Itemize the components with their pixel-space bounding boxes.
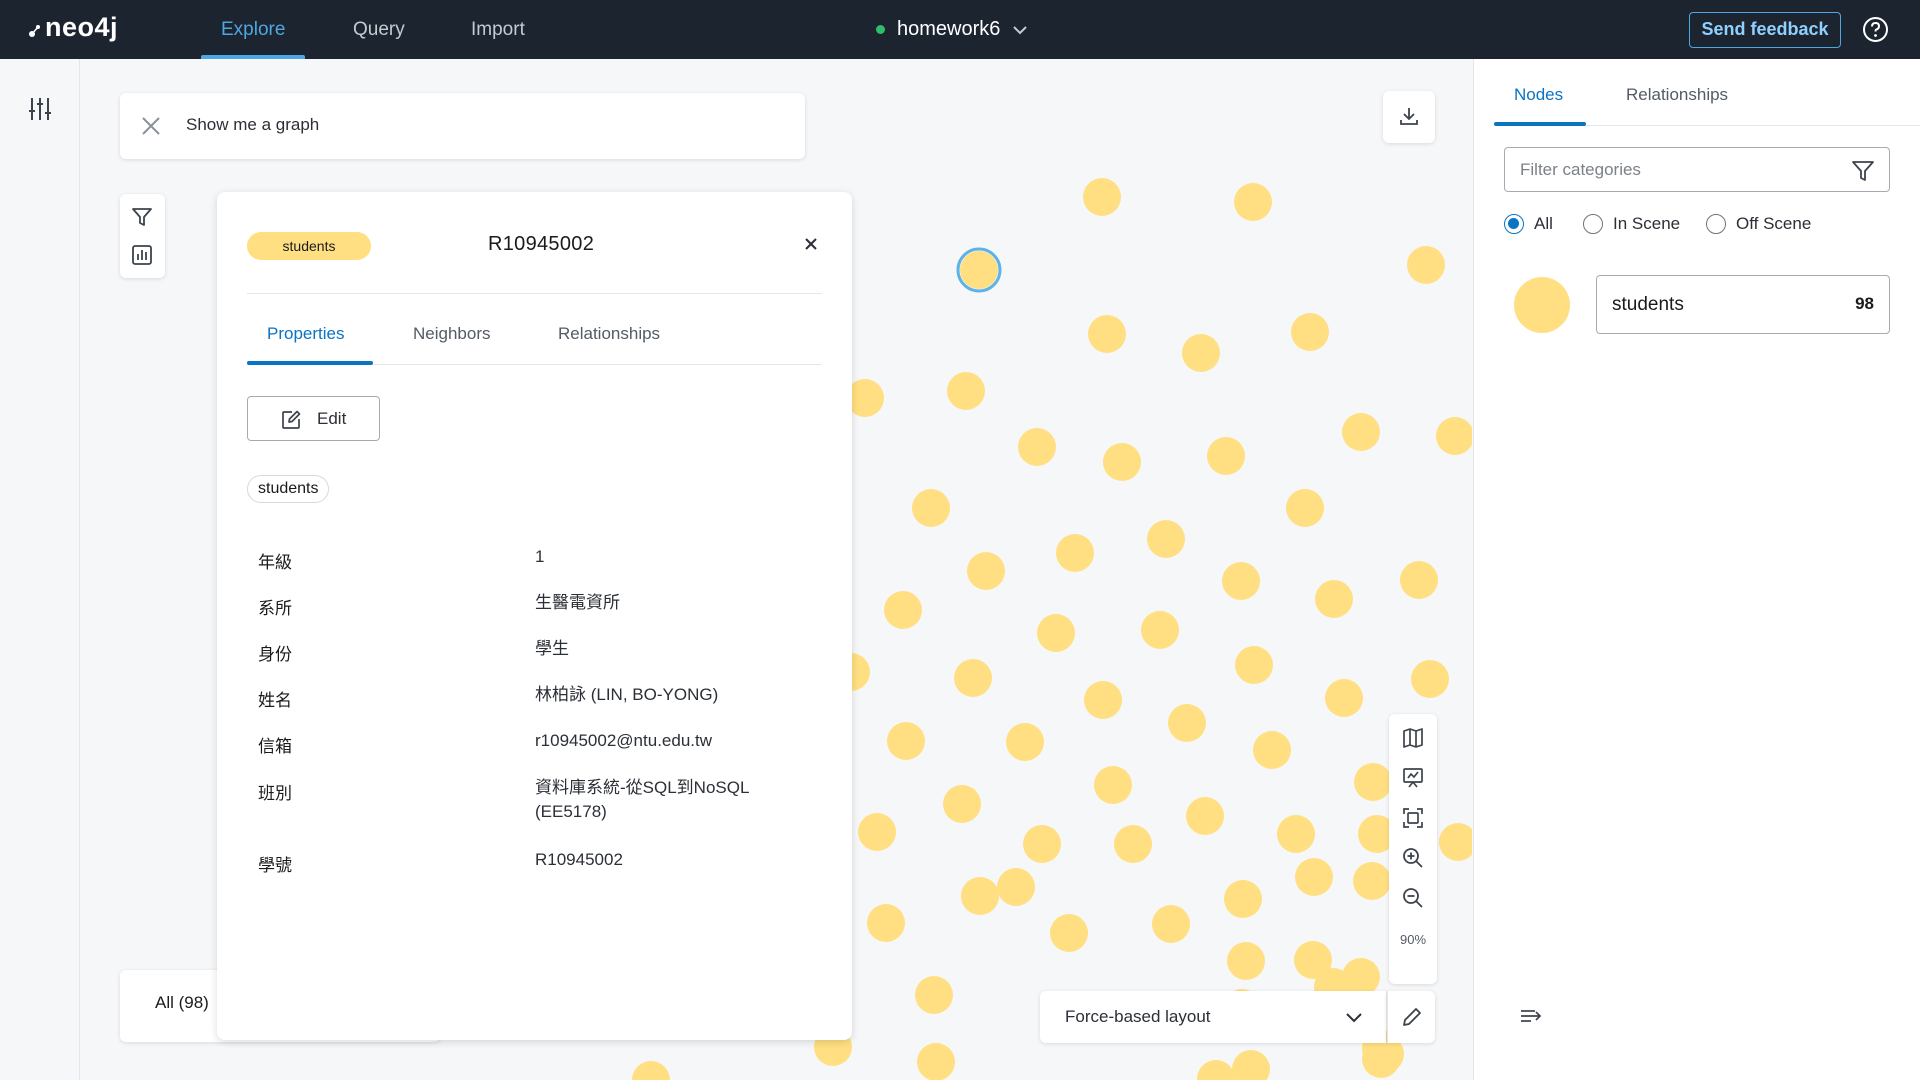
- node-count-label: All (98): [155, 993, 209, 1012]
- property-key: 信箱: [258, 737, 292, 756]
- statistics-icon[interactable]: [131, 244, 153, 266]
- zoom-out-icon[interactable]: [1401, 886, 1425, 910]
- db-status-dot: [876, 25, 885, 34]
- tab-explore[interactable]: Explore: [200, 0, 306, 59]
- fit-to-screen-icon[interactable]: [1401, 806, 1425, 830]
- download-button[interactable]: [1383, 91, 1435, 143]
- database-name: homework6: [897, 18, 1001, 40]
- layout-selector[interactable]: Force-based layout: [1040, 991, 1386, 1043]
- tab-relationships[interactable]: Relationships: [558, 324, 660, 344]
- zoom-in-icon[interactable]: [1401, 846, 1425, 870]
- radio-all[interactable]: All: [1504, 214, 1553, 234]
- tab-query[interactable]: Query: [353, 0, 405, 59]
- category-count: 98: [1855, 294, 1874, 313]
- property-value: 資料庫系統-從SQL到NoSQL (EE5178): [535, 778, 749, 821]
- property-key: 學號: [258, 856, 292, 875]
- filter-placeholder: Filter categories: [1520, 160, 1641, 179]
- selected-node: [960, 251, 998, 289]
- tab-active-indicator: [247, 361, 373, 365]
- property-key: 年級: [258, 553, 292, 572]
- filter-icon[interactable]: [131, 206, 153, 228]
- radio-label: All: [1534, 214, 1553, 233]
- close-icon[interactable]: [804, 237, 818, 251]
- help-icon[interactable]: [1862, 16, 1889, 43]
- property-key: 班別: [258, 784, 292, 803]
- search-text[interactable]: Show me a graph: [186, 115, 319, 135]
- settings-sliders-icon[interactable]: [28, 96, 52, 122]
- edit-button[interactable]: Edit: [247, 396, 380, 441]
- property-key: 系所: [258, 599, 292, 618]
- layout-label: Force-based layout: [1065, 1007, 1211, 1026]
- collapse-panel-icon[interactable]: [1520, 1007, 1542, 1025]
- presentation-icon[interactable]: [1401, 766, 1425, 790]
- node-inspector: students R10945002 Properties Neighbors …: [217, 192, 852, 1040]
- logo-graph-icon: [29, 24, 40, 37]
- radio-off-scene[interactable]: Off Scene: [1706, 214, 1811, 234]
- property-value: r10945002@ntu.edu.tw: [535, 731, 712, 750]
- tab-active-indicator: [1494, 122, 1586, 126]
- label-chip[interactable]: students: [247, 475, 330, 503]
- filter-categories-input[interactable]: Filter categories: [1504, 147, 1890, 192]
- category-color-dot[interactable]: [1514, 277, 1570, 333]
- radio-in-scene[interactable]: In Scene: [1583, 214, 1680, 234]
- radio-button[interactable]: [1706, 214, 1726, 234]
- property-value: 學生: [535, 639, 569, 658]
- edit-icon: [282, 410, 301, 429]
- radio-label: In Scene: [1613, 214, 1681, 233]
- node-label-pill[interactable]: students: [247, 232, 371, 260]
- property-value: R10945002: [535, 850, 623, 869]
- tab-neighbors[interactable]: Neighbors: [413, 324, 491, 344]
- tab-nodes[interactable]: Nodes: [1514, 85, 1563, 105]
- divider: [247, 293, 822, 294]
- map-icon[interactable]: [1401, 726, 1425, 750]
- zoom-level: 90%: [1399, 932, 1427, 947]
- top-bar: neo4j Explore Query Import homework6 Sen…: [0, 0, 1920, 59]
- edit-label: Edit: [317, 409, 347, 428]
- legend-panel: Nodes Relationships Filter categories Al…: [1473, 59, 1920, 1080]
- clear-search-icon[interactable]: [140, 115, 162, 137]
- search-bar[interactable]: Show me a graph: [120, 93, 805, 159]
- pencil-icon: [1403, 1008, 1421, 1026]
- logo-text: neo4j: [45, 12, 119, 42]
- category-name: students: [1612, 294, 1684, 315]
- radio-button[interactable]: [1583, 214, 1603, 234]
- property-key: 身份: [258, 645, 292, 664]
- property-value: 1: [535, 547, 545, 566]
- left-rail: [0, 59, 80, 1080]
- database-selector[interactable]: homework6: [876, 0, 1028, 59]
- canvas-tools: [120, 194, 165, 278]
- node-title: R10945002: [488, 233, 595, 255]
- zoom-toolbar: 90%: [1389, 714, 1437, 984]
- tab-properties[interactable]: Properties: [267, 324, 344, 344]
- property-value: 林柏詠 (LIN, BO-YONG): [535, 685, 719, 704]
- radio-label: Off Scene: [1736, 214, 1812, 233]
- property-key: 姓名: [258, 691, 292, 710]
- send-feedback-button[interactable]: Send feedback: [1689, 12, 1841, 48]
- filter-icon[interactable]: [1851, 159, 1875, 183]
- tab-import[interactable]: Import: [471, 0, 525, 59]
- property-value: 生醫電資所: [535, 593, 620, 612]
- neo4j-logo[interactable]: neo4j: [28, 12, 118, 43]
- edit-layout-button[interactable]: [1387, 991, 1435, 1043]
- chevron-down-icon: [1013, 25, 1028, 34]
- chevron-down-icon: [1346, 1013, 1362, 1023]
- download-icon: [1400, 108, 1418, 125]
- radio-button[interactable]: [1504, 214, 1524, 234]
- tab-relationships-legend[interactable]: Relationships: [1626, 85, 1728, 105]
- category-item[interactable]: students 98: [1596, 275, 1890, 334]
